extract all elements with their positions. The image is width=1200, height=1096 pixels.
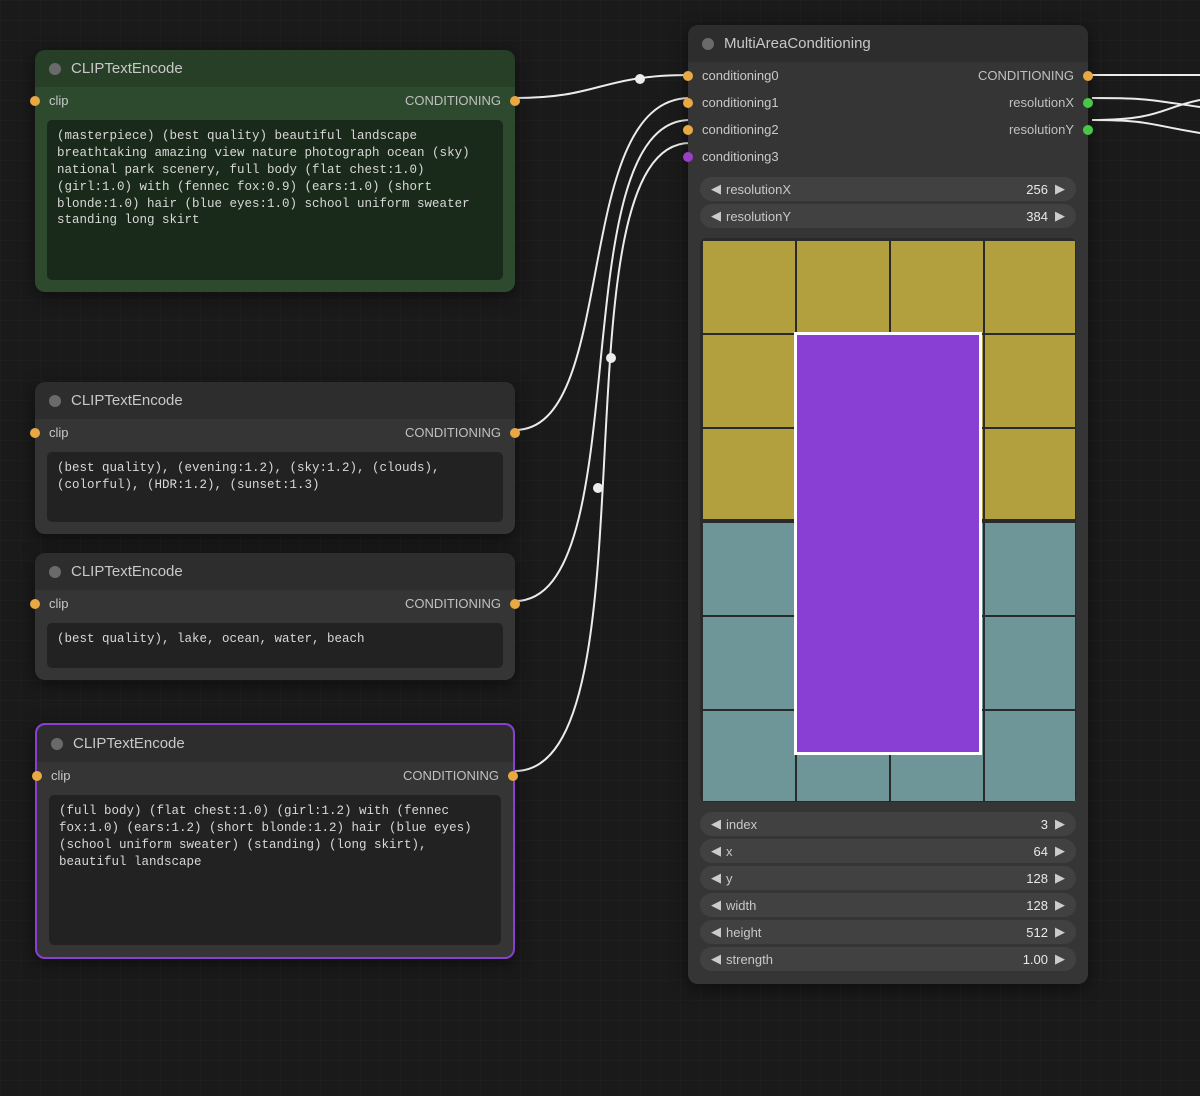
node-clip-text-encode-3[interactable]: CLIPTextEncode clip CONDITIONING (best q… (35, 553, 515, 680)
arrow-right-icon[interactable]: ▶ (1052, 816, 1068, 832)
node-header[interactable]: CLIPTextEncode (35, 50, 515, 87)
node-title: MultiAreaConditioning (724, 35, 871, 52)
node-header[interactable]: CLIPTextEncode (37, 725, 513, 762)
output-resolutionY[interactable]: resolutionY (1009, 122, 1074, 137)
output-conditioning[interactable]: CONDITIONING (405, 425, 501, 440)
arrow-right-icon[interactable]: ▶ (1052, 897, 1068, 913)
input-conditioning2[interactable]: conditioning2 (702, 122, 779, 137)
spinner-index[interactable]: ◀ index 3 ▶ (700, 812, 1076, 836)
prompt-textarea[interactable]: (best quality), lake, ocean, water, beac… (47, 623, 503, 668)
output-resolutionX[interactable]: resolutionX (1009, 95, 1074, 110)
input-conditioning3[interactable]: conditioning3 (702, 149, 779, 164)
arrow-left-icon[interactable]: ◀ (708, 897, 724, 913)
input-conditioning0[interactable]: conditioning0 (702, 68, 779, 83)
arrow-left-icon[interactable]: ◀ (708, 208, 724, 224)
node-header[interactable]: MultiAreaConditioning (688, 25, 1088, 62)
spinner-x[interactable]: ◀ x 64 ▶ (700, 839, 1076, 863)
input-clip[interactable]: clip (49, 425, 69, 440)
node-collapse-dot[interactable] (49, 395, 61, 407)
arrow-right-icon[interactable]: ▶ (1052, 843, 1068, 859)
node-title: CLIPTextEncode (73, 735, 185, 752)
output-conditioning[interactable]: CONDITIONING (405, 93, 501, 108)
arrow-right-icon[interactable]: ▶ (1052, 924, 1068, 940)
spinner-strength[interactable]: ◀ strength 1.00 ▶ (700, 947, 1076, 971)
node-title: CLIPTextEncode (71, 60, 183, 77)
output-CONDITIONING[interactable]: CONDITIONING (978, 68, 1074, 83)
node-title: CLIPTextEncode (71, 563, 183, 580)
node-collapse-dot[interactable] (49, 566, 61, 578)
output-conditioning[interactable]: CONDITIONING (403, 768, 499, 783)
spinner-height[interactable]: ◀ height 512 ▶ (700, 920, 1076, 944)
node-clip-text-encode-2[interactable]: CLIPTextEncode clip CONDITIONING (best q… (35, 382, 515, 534)
node-header[interactable]: CLIPTextEncode (35, 382, 515, 419)
node-collapse-dot[interactable] (702, 38, 714, 50)
input-clip[interactable]: clip (49, 596, 69, 611)
node-collapse-dot[interactable] (51, 738, 63, 750)
arrow-left-icon[interactable]: ◀ (708, 181, 724, 197)
input-conditioning1[interactable]: conditioning1 (702, 95, 779, 110)
node-clip-text-encode-4[interactable]: CLIPTextEncode clip CONDITIONING (full b… (35, 723, 515, 959)
arrow-right-icon[interactable]: ▶ (1052, 951, 1068, 967)
arrow-left-icon[interactable]: ◀ (708, 816, 724, 832)
prompt-textarea[interactable]: (best quality), (evening:1.2), (sky:1.2)… (47, 452, 503, 522)
node-header[interactable]: CLIPTextEncode (35, 553, 515, 590)
prompt-textarea[interactable]: (masterpiece) (best quality) beautiful l… (47, 120, 503, 280)
spinner-resolutionY[interactable]: ◀ resolutionY 384 ▶ (700, 204, 1076, 228)
input-clip[interactable]: clip (51, 768, 71, 783)
spinner-width[interactable]: ◀ width 128 ▶ (700, 893, 1076, 917)
arrow-left-icon[interactable]: ◀ (708, 951, 724, 967)
output-conditioning[interactable]: CONDITIONING (405, 596, 501, 611)
spinner-y[interactable]: ◀ y 128 ▶ (700, 866, 1076, 890)
arrow-left-icon[interactable]: ◀ (708, 843, 724, 859)
arrow-right-icon[interactable]: ▶ (1052, 870, 1068, 886)
area-zone[interactable] (794, 332, 982, 755)
node-title: CLIPTextEncode (71, 392, 183, 409)
arrow-right-icon[interactable]: ▶ (1052, 208, 1068, 224)
prompt-textarea[interactable]: (full body) (flat chest:1.0) (girl:1.2) … (49, 795, 501, 945)
area-canvas[interactable] (700, 238, 1076, 802)
arrow-left-icon[interactable]: ◀ (708, 870, 724, 886)
input-clip[interactable]: clip (49, 93, 69, 108)
node-multi-area-conditioning[interactable]: MultiAreaConditioning conditioning0 CONDI… (688, 25, 1088, 984)
spinner-resolutionX[interactable]: ◀ resolutionX 256 ▶ (700, 177, 1076, 201)
node-collapse-dot[interactable] (49, 63, 61, 75)
node-clip-text-encode-1[interactable]: CLIPTextEncode clip CONDITIONING (master… (35, 50, 515, 292)
arrow-right-icon[interactable]: ▶ (1052, 181, 1068, 197)
arrow-left-icon[interactable]: ◀ (708, 924, 724, 940)
